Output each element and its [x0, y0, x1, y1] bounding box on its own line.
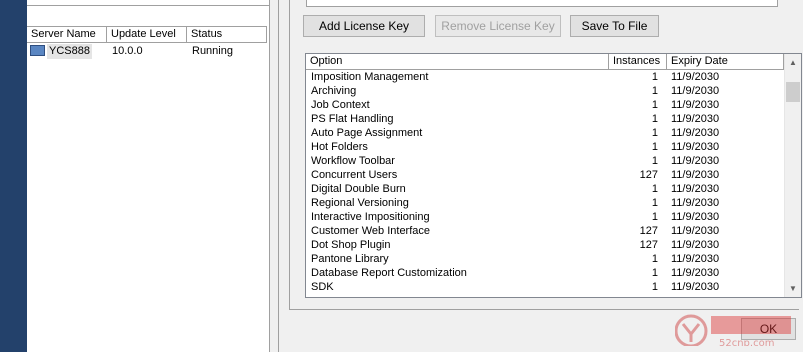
license-option: Digital Double Burn: [311, 183, 406, 195]
license-expiry: 11/9/2030: [671, 239, 720, 251]
license-instances: 127: [639, 225, 658, 237]
license-dialog: Add License Key Remove License Key Save …: [278, 0, 803, 352]
license-instances: 1: [651, 113, 658, 125]
license-option: Dot Shop Plugin: [311, 239, 391, 251]
vertical-scrollbar[interactable]: ▲ ▼: [784, 54, 801, 297]
license-option: Auto Page Assignment: [311, 127, 423, 139]
license-expiry: 11/9/2030: [671, 267, 720, 279]
add-license-key-button[interactable]: Add License Key: [303, 15, 425, 37]
license-instances: 127: [639, 239, 658, 251]
license-row[interactable]: PS Flat Handling 1 11/9/2030: [306, 112, 784, 126]
license-instances: 1: [651, 155, 658, 167]
license-key-box: [306, 0, 778, 7]
license-instances: 1: [651, 281, 658, 293]
license-expiry: 11/9/2030: [671, 169, 720, 181]
license-row[interactable]: Workflow Toolbar 1 11/9/2030: [306, 154, 784, 168]
license-instances: 1: [651, 141, 658, 153]
license-row[interactable]: Pantone Library 1 11/9/2030: [306, 252, 784, 266]
license-expiry: 11/9/2030: [671, 183, 720, 195]
license-row[interactable]: Imposition Management 1 11/9/2030: [306, 70, 784, 84]
license-list[interactable]: Option Instances Expiry Date Imposition …: [305, 53, 802, 298]
license-expiry: 11/9/2030: [671, 225, 720, 237]
license-expiry: 11/9/2030: [671, 127, 720, 139]
column-expiry-date[interactable]: Expiry Date: [667, 54, 784, 69]
license-expiry: 11/9/2030: [671, 99, 720, 111]
license-expiry: 11/9/2030: [671, 155, 720, 167]
license-row[interactable]: Auto Page Assignment 1 11/9/2030: [306, 126, 784, 140]
scroll-thumb[interactable]: [786, 82, 800, 102]
license-row[interactable]: Concurrent Users 127 11/9/2030: [306, 168, 784, 182]
license-instances: 1: [651, 183, 658, 195]
server-row[interactable]: YCS888 10.0.0 Running: [27, 44, 267, 59]
server-status: Running: [192, 45, 233, 57]
column-status[interactable]: Status: [187, 27, 267, 42]
license-expiry: 11/9/2030: [671, 71, 720, 83]
license-option: Workflow Toolbar: [311, 155, 395, 167]
save-to-file-button[interactable]: Save To File: [570, 15, 659, 37]
server-update-level: 10.0.0: [112, 45, 143, 57]
license-row[interactable]: Hot Folders 1 11/9/2030: [306, 140, 784, 154]
server-name: YCS888: [47, 44, 92, 59]
license-option: Pantone Library: [311, 253, 389, 265]
license-row[interactable]: Digital Double Burn 1 11/9/2030: [306, 182, 784, 196]
license-option: Archiving: [311, 85, 357, 97]
license-option: Database Report Customization: [311, 267, 467, 279]
license-row[interactable]: Dot Shop Plugin 127 11/9/2030: [306, 238, 784, 252]
license-instances: 127: [639, 169, 658, 181]
column-instances[interactable]: Instances: [609, 54, 667, 69]
license-instances: 1: [651, 253, 658, 265]
license-instances: 1: [651, 267, 658, 279]
license-row[interactable]: Job Context 1 11/9/2030: [306, 98, 784, 112]
license-expiry: 11/9/2030: [671, 253, 720, 265]
desktop-edge: [0, 0, 27, 352]
license-list-header: Option Instances Expiry Date: [306, 54, 784, 70]
license-option: PS Flat Handling: [311, 113, 394, 125]
license-option: SDK: [311, 281, 334, 293]
watermark-logo-icon: 52cnp.com: [675, 314, 791, 349]
scroll-up-arrow-icon[interactable]: ▲: [785, 54, 801, 71]
license-instances: 1: [651, 211, 658, 223]
license-expiry: 11/9/2030: [671, 141, 720, 153]
column-server-name[interactable]: Server Name: [27, 27, 107, 42]
license-expiry: 11/9/2030: [671, 211, 720, 223]
license-expiry: 11/9/2030: [671, 281, 720, 293]
column-option[interactable]: Option: [306, 54, 609, 69]
license-row[interactable]: Customer Web Interface 127 11/9/2030: [306, 224, 784, 238]
license-instances: 1: [651, 99, 658, 111]
license-instances: 1: [651, 127, 658, 139]
license-instances: 1: [651, 85, 658, 97]
license-option: Interactive Impositioning: [311, 211, 430, 223]
license-row[interactable]: Archiving 1 11/9/2030: [306, 84, 784, 98]
license-instances: 1: [651, 71, 658, 83]
license-expiry: 11/9/2030: [671, 85, 720, 97]
license-row[interactable]: SDK 1 11/9/2030: [306, 280, 784, 294]
scroll-down-arrow-icon[interactable]: ▼: [785, 280, 801, 297]
license-row[interactable]: Interactive Impositioning 1 11/9/2030: [306, 210, 784, 224]
license-option: Customer Web Interface: [311, 225, 431, 237]
license-option: Hot Folders: [311, 141, 368, 153]
license-expiry: 11/9/2030: [671, 113, 720, 125]
license-option: Job Context: [311, 99, 370, 111]
server-list-header: Server Name Update Level Status: [27, 26, 267, 43]
license-option: Imposition Management: [311, 71, 429, 83]
license-option: Regional Versioning: [311, 197, 409, 209]
column-update-level[interactable]: Update Level: [107, 27, 187, 42]
panel-gap: [270, 0, 278, 352]
license-instances: 1: [651, 197, 658, 209]
server-panel: Server Name Update Level Status YCS888 1…: [27, 0, 270, 352]
license-expiry: 11/9/2030: [671, 197, 720, 209]
license-row[interactable]: Database Report Customization 1 11/9/2030: [306, 266, 784, 280]
license-option: Concurrent Users: [311, 169, 398, 181]
remove-license-key-button[interactable]: Remove License Key: [435, 15, 561, 37]
license-row[interactable]: Regional Versioning 1 11/9/2030: [306, 196, 784, 210]
